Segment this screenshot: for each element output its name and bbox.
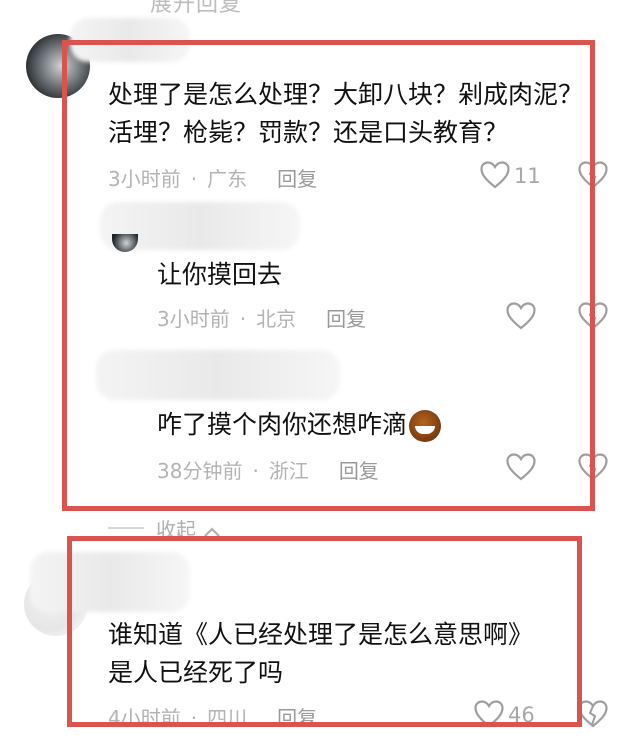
divider	[108, 527, 144, 529]
collapsed-previous-text: 展开回复	[150, 0, 243, 17]
dislike-heart-icon[interactable]	[578, 700, 608, 728]
highlight-box	[62, 40, 595, 511]
highlight-box	[67, 536, 582, 727]
